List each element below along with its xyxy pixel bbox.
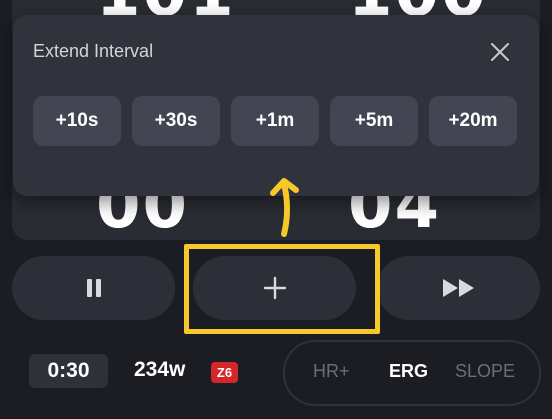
arrow-up-icon bbox=[262, 174, 306, 238]
skip-interval-button[interactable] bbox=[377, 256, 540, 320]
target-power: 234w bbox=[134, 358, 186, 381]
popover-title: Extend Interval bbox=[33, 41, 154, 61]
mode-slope-option[interactable]: SLOPE bbox=[455, 361, 515, 382]
zone-badge: Z6 bbox=[211, 362, 238, 383]
extend-interval-button[interactable] bbox=[193, 256, 356, 320]
mode-toggle: HR+ ERG SLOPE bbox=[283, 340, 541, 406]
close-icon[interactable] bbox=[488, 40, 512, 64]
interval-time: 0:30 bbox=[29, 354, 108, 388]
pause-icon bbox=[86, 279, 101, 297]
extend-1m-button[interactable]: +1m bbox=[231, 96, 319, 146]
pause-button[interactable] bbox=[12, 256, 175, 320]
extend-10s-button[interactable]: +10s bbox=[33, 96, 121, 146]
extend-interval-popover: Extend Interval +10s +30s +1m +5m +20m bbox=[13, 15, 539, 196]
fast-forward-icon bbox=[442, 279, 474, 297]
extend-5m-button[interactable]: +5m bbox=[330, 96, 418, 146]
plus-icon bbox=[263, 276, 286, 300]
extend-20m-button[interactable]: +20m bbox=[429, 96, 517, 146]
extend-30s-button[interactable]: +30s bbox=[132, 96, 220, 146]
mode-erg-option[interactable]: ERG bbox=[389, 361, 428, 382]
mode-hr-option[interactable]: HR+ bbox=[313, 361, 350, 382]
